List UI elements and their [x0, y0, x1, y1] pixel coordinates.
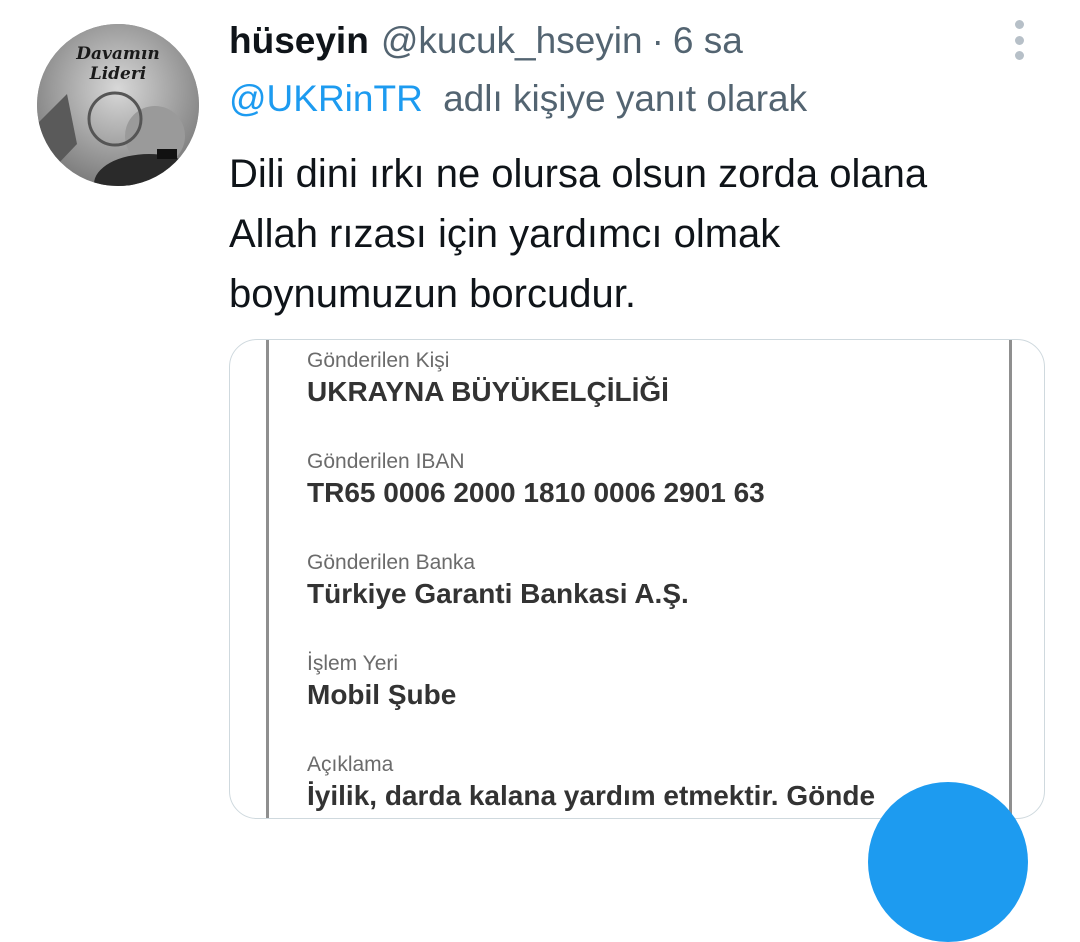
more-dot — [1014, 35, 1024, 45]
field-label: Gönderilen Banka — [307, 551, 476, 574]
transfer-receipt: Gönderilen Kişi UKRAYNA BÜYÜKELÇİLİĞİ Gö… — [266, 340, 1012, 818]
field-value: Mobil Şube — [307, 679, 457, 710]
field-bank: Gönderilen Banka Türkiye Garanti Bankasi… — [307, 550, 689, 612]
author-name[interactable]: hüseyin — [229, 20, 369, 62]
separator-dot: · — [651, 20, 664, 61]
tweet-text: Dili dini ırkı ne olursa olsun zorda ola… — [229, 144, 1029, 324]
author-handle[interactable]: @kucuk_hseyin — [381, 20, 643, 62]
avatar-caption-line1: Davamın — [76, 44, 160, 64]
tweet-line: boynumuzun borcudur. — [229, 272, 636, 316]
field-label: Gönderilen Kişi — [307, 349, 450, 372]
reply-context: @UKRinTR adlı kişiye yanıt olarak — [229, 78, 807, 120]
field-label: Açıklama — [307, 753, 394, 776]
more-dot — [1014, 51, 1024, 60]
tweet-line: Allah rızası için yardımcı olmak — [229, 212, 781, 256]
reply-mention[interactable]: @UKRinTR — [229, 78, 423, 119]
field-value: UKRAYNA BÜYÜKELÇİLİĞİ — [307, 376, 669, 407]
tweet-time[interactable]: 6 sa — [673, 20, 743, 62]
more-vertical-icon[interactable] — [1005, 20, 1033, 60]
compose-fab[interactable] — [868, 782, 1028, 942]
tweet-media-image[interactable]: Gönderilen Kişi UKRAYNA BÜYÜKELÇİLİĞİ Gö… — [229, 339, 1045, 819]
field-value: Türkiye Garanti Bankasi A.Ş. — [307, 578, 689, 609]
reply-suffix: adlı kişiye yanıt olarak — [443, 78, 808, 119]
field-label: İşlem Yeri — [307, 652, 399, 675]
field-location: İşlem Yeri Mobil Şube — [307, 651, 456, 713]
field-value: TR65 0006 2000 1810 0006 2901 63 — [307, 477, 765, 508]
field-iban: Gönderilen IBAN TR65 0006 2000 1810 0006… — [307, 449, 765, 511]
more-dot — [1014, 20, 1024, 29]
field-label: Gönderilen IBAN — [307, 450, 465, 473]
avatar-caption-line2: Lideri — [89, 64, 147, 84]
field-value: İyilik, darda kalana yardım etmektir. Gö… — [307, 780, 876, 811]
field-recipient: Gönderilen Kişi UKRAYNA BÜYÜKELÇİLİĞİ — [307, 348, 669, 410]
avatar[interactable]: Davamın Lideri — [37, 24, 199, 186]
tweet-header: hüseyin @kucuk_hseyin · 6 sa — [229, 16, 743, 66]
tweet-line: Dili dini ırkı ne olursa olsun zorda ola… — [229, 152, 928, 196]
field-description: Açıklama İyilik, darda kalana yardım etm… — [307, 752, 875, 814]
